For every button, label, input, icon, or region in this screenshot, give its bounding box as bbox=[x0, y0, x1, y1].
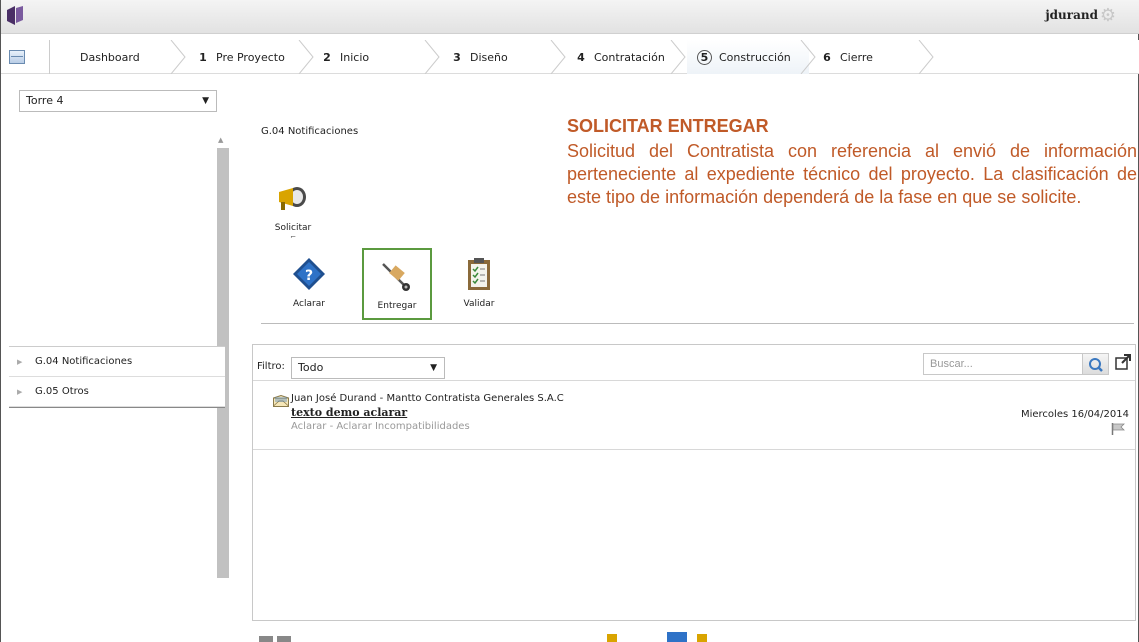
step-inicio[interactable]: 2 Inicio bbox=[321, 40, 431, 74]
step-number: 3 bbox=[453, 50, 461, 64]
megaphone-icon bbox=[279, 187, 306, 210]
phase-breadcrumb: Dashboard 1 Pre Proyecto 2 Inicio 3 Dise… bbox=[1, 40, 1139, 74]
list-item[interactable]: Juan José Durand - Mantto Contratista Ge… bbox=[253, 382, 1135, 450]
search-input[interactable]: Buscar... bbox=[923, 353, 1083, 375]
sidebar-item-label: G.04 Notificaciones bbox=[35, 356, 133, 367]
sidebar-item-label: G.05 Otros bbox=[35, 386, 89, 397]
menu-icon[interactable] bbox=[9, 50, 25, 64]
step-number: 5 bbox=[697, 49, 712, 65]
sidebar-item-g05-otros[interactable]: ▶ G.05 Otros bbox=[9, 377, 225, 407]
message-date: Miercoles 16/04/2014 bbox=[1020, 409, 1129, 420]
step-number: 1 bbox=[199, 50, 207, 64]
step-pre-proyecto[interactable]: 1 Pre Proyecto bbox=[197, 40, 307, 74]
chevron-separator bbox=[670, 40, 686, 74]
project-select-value: Torre 4 bbox=[26, 94, 64, 107]
user-settings-icon[interactable]: ⚙ bbox=[1098, 6, 1118, 26]
chevron-separator bbox=[918, 40, 934, 74]
svg-text:?: ? bbox=[305, 268, 313, 284]
step-number: 4 bbox=[577, 50, 585, 64]
message-type: Aclarar - Aclarar Incompatibilidades bbox=[291, 421, 470, 432]
step-cierre[interactable]: 6 Cierre bbox=[821, 40, 921, 74]
envelope-icon bbox=[273, 395, 289, 407]
chevron-separator bbox=[298, 40, 314, 74]
step-number: 2 bbox=[323, 50, 331, 64]
small-arrow-icon: ⌐ bbox=[290, 233, 296, 241]
step-label: Inicio bbox=[340, 50, 370, 64]
filter-select-value: Todo bbox=[298, 361, 324, 374]
sidebar-list: ▶ G.04 Notificaciones ▶ G.05 Otros bbox=[9, 346, 225, 408]
step-diseno[interactable]: 3 Diseño bbox=[451, 40, 561, 74]
sidebar-item-g04-notificaciones[interactable]: ▶ G.04 Notificaciones bbox=[9, 347, 225, 377]
scroll-up-icon[interactable]: ▲ bbox=[218, 136, 223, 144]
search-icon bbox=[1089, 358, 1103, 372]
popout-icon[interactable] bbox=[1115, 354, 1131, 370]
clipboard-checklist-icon bbox=[468, 258, 490, 290]
flag-icon[interactable] bbox=[1111, 423, 1125, 435]
step-label: Pre Proyecto bbox=[216, 50, 285, 64]
message-subject-link[interactable]: texto demo aclarar bbox=[291, 406, 407, 419]
step-label: Contratación bbox=[594, 50, 665, 64]
tool-label: Aclarar bbox=[293, 299, 325, 309]
search-button[interactable] bbox=[1083, 353, 1109, 375]
chevron-separator bbox=[550, 40, 566, 74]
step-contratacion[interactable]: 4 Contratación bbox=[575, 40, 675, 74]
tool-label: Validar bbox=[463, 299, 495, 309]
chevron-separator bbox=[800, 40, 816, 74]
description-title: SOLICITAR ENTREGAR bbox=[567, 116, 769, 136]
step-dashboard[interactable]: Dashboard bbox=[49, 40, 179, 74]
section-title: G.04 Notificaciones bbox=[261, 126, 359, 137]
solicitar-button[interactable]: Solicitar ⌐ bbox=[263, 180, 323, 241]
filter-select[interactable]: Todo ▼ bbox=[291, 357, 445, 379]
step-label: Diseño bbox=[470, 50, 508, 64]
filter-label: Filtro: bbox=[257, 361, 285, 372]
search-placeholder: Buscar... bbox=[930, 358, 973, 370]
divider bbox=[261, 323, 1134, 324]
main-content: G.04 Notificaciones Solicitar ⌐ ? Aclara… bbox=[249, 84, 1139, 642]
step-label: Construcción bbox=[719, 50, 791, 64]
chevron-separator bbox=[170, 40, 186, 74]
hand-truck-icon bbox=[382, 263, 410, 291]
validar-button[interactable]: Validar bbox=[449, 256, 509, 309]
project-select[interactable]: Torre 4 ▼ bbox=[19, 90, 217, 112]
dropdown-arrow-icon: ▼ bbox=[430, 363, 437, 373]
cropped-icons-row bbox=[259, 632, 707, 642]
description-body: Solicitud del Contratista con referencia… bbox=[567, 141, 1137, 207]
step-construccion[interactable]: 5 Construcción bbox=[687, 40, 809, 74]
step-label: Cierre bbox=[840, 50, 873, 64]
left-sidebar: Torre 4 ▼ ▲ ▶ G.04 Notificaciones ▶ G.05… bbox=[9, 84, 231, 642]
username-label[interactable]: jdurand bbox=[1045, 8, 1098, 22]
app-logo bbox=[7, 6, 23, 25]
help-book-icon: ? bbox=[293, 258, 325, 290]
top-bar: jdurand ⚙ bbox=[1, 0, 1139, 34]
expand-arrow-icon[interactable]: ▶ bbox=[17, 377, 22, 407]
notifications-panel: Filtro: Todo ▼ Buscar... Juan José Duran… bbox=[252, 344, 1136, 621]
message-sender: Juan José Durand - Mantto Contratista Ge… bbox=[291, 393, 564, 404]
expand-arrow-icon[interactable]: ▶ bbox=[17, 347, 22, 377]
aclarar-button[interactable]: ? Aclarar bbox=[279, 256, 339, 309]
app-window: jdurand ⚙ Dashboard 1 Pre Proyecto 2 Ini… bbox=[0, 0, 1139, 642]
chevron-separator bbox=[424, 40, 440, 74]
tool-label: Entregar bbox=[377, 301, 417, 311]
step-label: Dashboard bbox=[80, 50, 140, 64]
divider bbox=[9, 407, 225, 408]
dropdown-arrow-icon: ▼ bbox=[202, 96, 209, 106]
tool-label: Solicitar bbox=[274, 223, 312, 233]
step-number: 6 bbox=[823, 50, 831, 64]
list-toolbar: Filtro: Todo ▼ Buscar... bbox=[253, 345, 1135, 381]
entregar-button[interactable]: Entregar bbox=[362, 248, 432, 320]
